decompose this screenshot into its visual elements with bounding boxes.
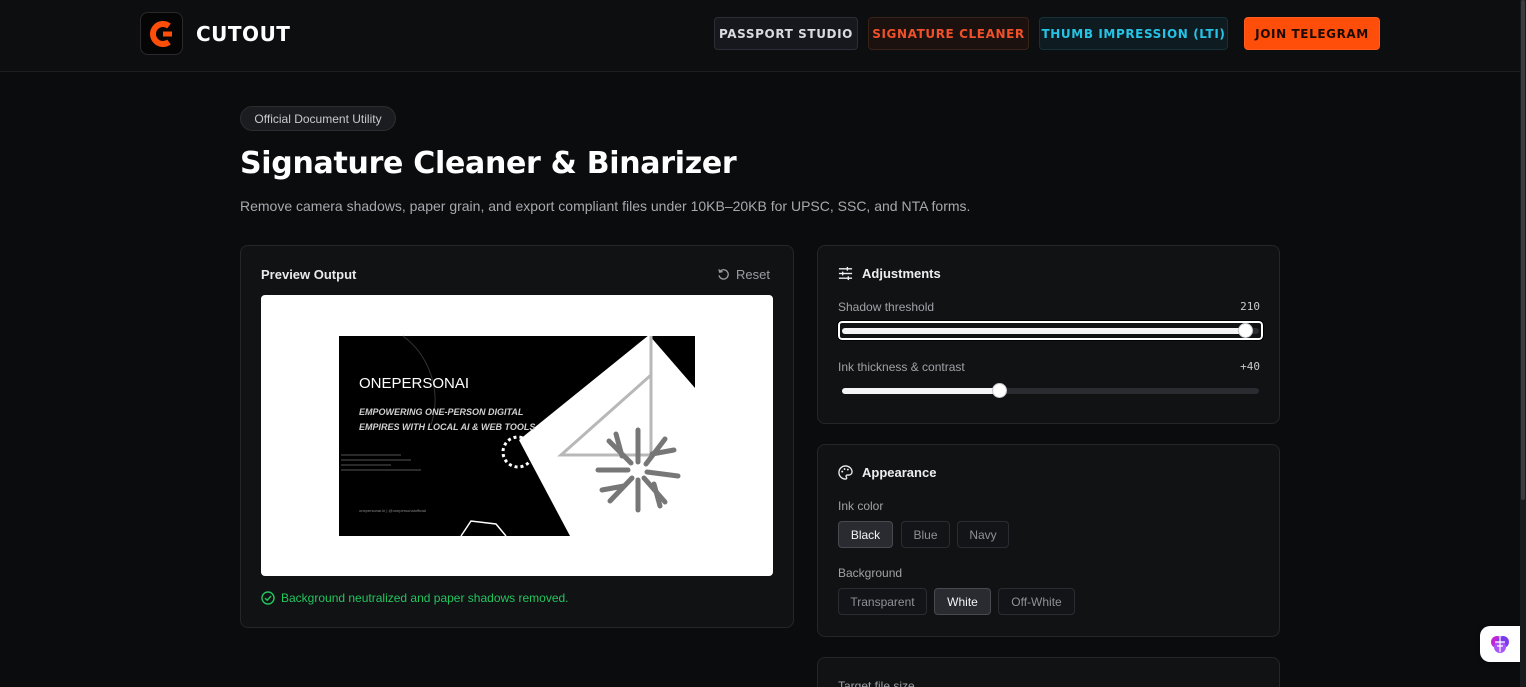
check-circle-icon [261,591,275,605]
appearance-title: Appearance [862,465,937,480]
page-scrollbar[interactable] [1520,0,1526,687]
preview-output-image: ONEPERSONAI EMPOWERING ONE-PERSON DIGITA… [261,295,773,576]
ink-thickness-slider[interactable] [842,383,1259,398]
page-title: Signature Cleaner & Binarizer [240,146,737,181]
target-size-label: Target file size [838,679,915,687]
utility-badge: Official Document Utility [240,106,396,131]
shadow-threshold-thumb[interactable] [1238,323,1253,338]
nav-signature-cleaner-button[interactable]: SIGNATURE CLEANER [868,17,1029,50]
processed-signature-preview: ONEPERSONAI EMPOWERING ONE-PERSON DIGITA… [339,335,695,537]
ink-color-blue-button[interactable]: Blue [901,521,950,548]
page-subtitle: Remove camera shadows, paper grain, and … [240,198,971,214]
background-white-button[interactable]: White [934,588,991,615]
palette-icon [838,465,853,480]
ink-color-black-button[interactable]: Black [838,521,893,548]
image-tagline-2: EMPIRES WITH LOCAL AI & WEB TOOLS [359,422,535,432]
reset-label: Reset [736,266,770,282]
sliders-icon [838,266,853,281]
ink-thickness-value: +40 [1240,360,1260,373]
background-label: Background [838,566,903,580]
background-transparent-button[interactable]: Transparent [838,588,927,615]
preview-title: Preview Output [261,267,357,282]
shadow-threshold-value: 210 [1240,300,1260,313]
reset-button[interactable]: Reset [717,265,770,283]
ink-color-label: Ink color [838,499,884,513]
image-headline: ONEPERSONAI [359,375,469,392]
reset-icon [718,268,729,280]
shadow-threshold-fill [842,328,1246,334]
nav-passport-studio-button[interactable]: PASSPORT STUDIO [714,17,858,50]
join-telegram-button[interactable]: JOIN TELEGRAM [1244,17,1380,50]
image-tagline-1: EMPOWERING ONE-PERSON DIGITAL [359,407,523,417]
brand-name[interactable]: CUTOUT [196,22,290,46]
ink-thickness-fill [842,388,1000,394]
status-text: Background neutralized and paper shadows… [281,591,569,605]
brain-icon [1491,636,1509,653]
nav-thumb-impression-button[interactable]: THUMB IMPRESSION (LTI) [1039,17,1228,50]
background-offwhite-button[interactable]: Off-White [998,588,1075,615]
brand-logo[interactable] [140,12,183,55]
ink-thickness-label: Ink thickness & contrast [838,360,965,374]
ink-thickness-thumb[interactable] [992,383,1007,398]
image-footer: onepersonai.in | @onepersonaiofficial [359,508,426,513]
adjustments-title: Adjustments [862,266,941,281]
appearance-header: Appearance [838,465,936,480]
brand-logo-icon [149,20,172,47]
shadow-threshold-slider[interactable] [842,323,1259,338]
adjustments-header: Adjustments [838,266,941,281]
ink-color-navy-button[interactable]: Navy [957,521,1009,548]
assistant-fab[interactable] [1480,626,1520,662]
status-message: Background neutralized and paper shadows… [261,591,569,605]
page-scrollbar-thumb[interactable] [1521,0,1525,500]
shadow-threshold-label: Shadow threshold [838,300,935,314]
